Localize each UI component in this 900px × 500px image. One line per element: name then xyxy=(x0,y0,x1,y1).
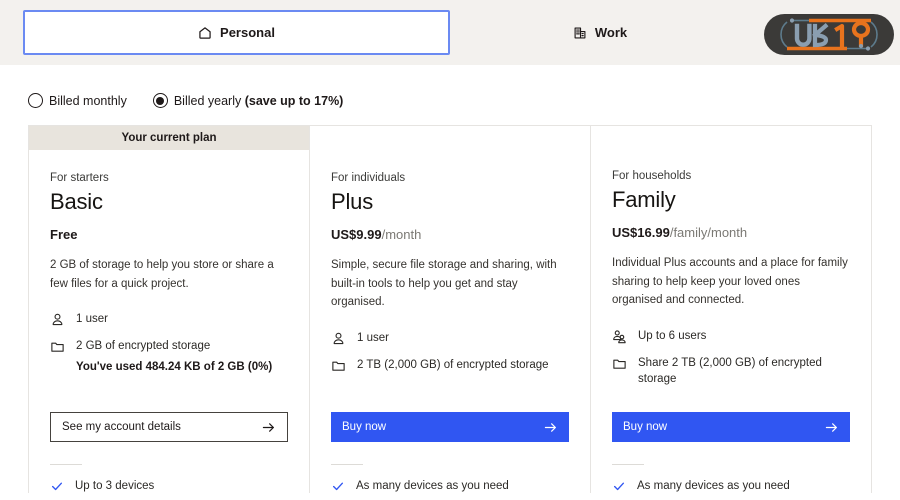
plan-family-description: Individual Plus accounts and a place for… xyxy=(612,257,848,307)
buy-now-label: Buy now xyxy=(342,421,387,433)
plan-plus-body: For individuals Plus US$9.99/month Simpl… xyxy=(310,150,590,493)
plan-basic-price-amount: Free xyxy=(50,227,78,243)
buy-now-button-plus[interactable]: Buy now xyxy=(331,412,569,442)
radio-billed-monthly[interactable]: Billed monthly xyxy=(28,93,127,108)
radio-yearly-indicator xyxy=(152,93,168,108)
plan-plus-price-period: /month xyxy=(381,227,422,243)
plan-card-basic: Your current plan For starters Basic Fre… xyxy=(29,126,309,493)
plan-plus-specs: 1 user 2 TB (2,000 GB) of encrypted stor… xyxy=(331,330,569,383)
plan-family-title: Family xyxy=(612,186,676,212)
tab-personal-label: Personal xyxy=(220,25,275,40)
spec-text-group: 2 GB of encrypted storage You've used 48… xyxy=(76,338,272,375)
plan-basic-price: Free xyxy=(50,227,288,242)
folder-icon xyxy=(612,356,627,371)
spec-text: 1 user xyxy=(357,332,389,345)
arrow-right-icon xyxy=(261,420,276,435)
tab-bar: Personal Work xyxy=(0,0,900,65)
plan-plus-title: Plus xyxy=(331,189,373,214)
spec-row: 1 user xyxy=(331,330,569,347)
radio-billed-yearly[interactable]: Billed yearly (save up to 17%) xyxy=(152,93,344,108)
check-icon xyxy=(50,479,64,493)
divider xyxy=(331,464,363,465)
folder-icon xyxy=(331,358,346,373)
plan-plus-ribbon-placeholder xyxy=(310,126,590,150)
spec-row: 2 TB (2,000 GB) of encrypted storage xyxy=(331,357,569,374)
plan-plus-spacer xyxy=(331,397,569,412)
tab-personal[interactable]: Personal xyxy=(23,10,450,55)
plan-family-price-amount: US$16.99 xyxy=(612,225,670,241)
plan-plus-description: Simple, secure file storage and sharing,… xyxy=(331,259,557,309)
home-icon xyxy=(198,26,212,40)
user-icon xyxy=(50,312,65,327)
plan-card-family: For households Family US$16.99/family/mo… xyxy=(590,126,871,493)
plans-grid: Your current plan For starters Basic Fre… xyxy=(28,125,872,493)
radio-yearly-text: Billed yearly xyxy=(173,93,242,108)
radio-monthly-indicator xyxy=(28,93,43,108)
see-account-details-label: See my account details xyxy=(62,421,181,433)
spec-row: 1 user xyxy=(50,311,288,328)
plan-family-body: For households Family US$16.99/family/mo… xyxy=(591,148,871,493)
spec-text: Up to 6 users xyxy=(638,329,707,342)
tab-work-label: Work xyxy=(594,25,628,40)
spec-row: 2 GB of encrypted storage You've used 48… xyxy=(50,338,288,375)
billing-toggle: Billed monthly Billed yearly (save up to… xyxy=(0,65,900,108)
feature-row: Up to 3 devices xyxy=(50,479,288,493)
spec-text: 2 GB of encrypted storage xyxy=(76,340,211,353)
spec-text: 2 TB (2,000 GB) of encrypted storage xyxy=(357,358,549,371)
arrow-right-icon xyxy=(824,420,839,435)
spec-row: Up to 6 users xyxy=(612,328,850,345)
storage-usage-text: You've used 484.24 KB of 2 GB (0%) xyxy=(76,360,273,373)
divider xyxy=(50,464,82,465)
plan-basic-title: Basic xyxy=(50,189,103,214)
feature-text: Up to 3 devices xyxy=(75,480,155,492)
spec-row: Share 2 TB (2,000 GB) of encrypted stora… xyxy=(612,355,850,388)
radio-monthly-label: Billed monthly xyxy=(49,93,127,108)
plan-family-eyebrow: For households xyxy=(612,169,692,182)
users-icon xyxy=(612,329,627,344)
buy-now-button-family[interactable]: Buy now xyxy=(612,412,850,442)
plan-family-price: US$16.99/family/month xyxy=(612,225,850,240)
plan-card-plus: For individuals Plus US$9.99/month Simpl… xyxy=(309,126,590,493)
plan-family-ribbon-placeholder xyxy=(591,126,871,148)
plan-basic-spacer xyxy=(50,399,288,412)
plan-basic-body: For starters Basic Free 2 GB of storage … xyxy=(29,150,309,493)
radio-yearly-note: (save up to 17%) xyxy=(244,93,344,108)
plan-plus-price-amount: US$9.99 xyxy=(331,227,382,243)
feature-row: As many devices as you need xyxy=(331,479,569,493)
buy-now-label: Buy now xyxy=(623,421,668,433)
plan-plus-eyebrow: For individuals xyxy=(331,172,406,184)
radio-yearly-label: Billed yearly (save up to 17%) xyxy=(174,94,344,108)
feature-text: As many devices as you need xyxy=(356,480,509,492)
plan-family-price-period: /family/month xyxy=(669,225,748,241)
plan-family-specs: Up to 6 users Share 2 TB (2,000 GB) of e… xyxy=(612,328,850,398)
user-icon xyxy=(331,331,346,346)
check-icon xyxy=(331,479,345,493)
check-icon xyxy=(612,479,626,493)
spec-text: Share 2 TB (2,000 GB) of encrypted stora… xyxy=(638,356,822,386)
plan-basic-eyebrow: For starters xyxy=(50,172,109,184)
plan-plus-price: US$9.99/month xyxy=(331,227,569,242)
brand-logo xyxy=(763,13,895,56)
spec-text: 1 user xyxy=(76,313,108,326)
folder-icon xyxy=(50,339,65,354)
feature-text: As many devices as you need xyxy=(637,480,790,492)
divider xyxy=(612,464,644,465)
arrow-right-icon xyxy=(543,420,558,435)
tab-work[interactable]: Work xyxy=(450,10,750,55)
plan-basic-specs: 1 user 2 GB of encrypted storage You've … xyxy=(50,311,288,385)
building-icon xyxy=(573,26,587,40)
plan-basic-description: 2 GB of storage to help you store or sha… xyxy=(50,259,274,290)
see-account-details-button[interactable]: See my account details xyxy=(50,412,288,442)
current-plan-ribbon: Your current plan xyxy=(29,126,309,150)
feature-row: As many devices as you need xyxy=(612,479,850,493)
